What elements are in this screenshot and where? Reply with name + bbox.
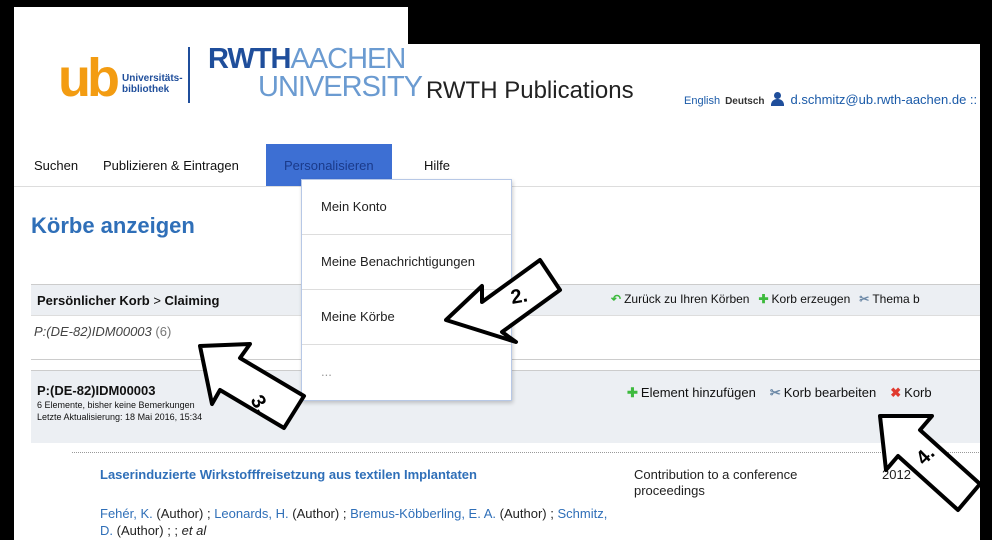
basket-subtitle: P:(DE-82)IDM00003 (6) xyxy=(34,324,171,339)
nav-publizieren[interactable]: Publizieren & Eintragen xyxy=(103,144,239,186)
ub-logo: ub xyxy=(58,48,120,108)
user-email-link[interactable]: d.schmitz@ub.rwth-aachen.de :: xyxy=(791,92,978,107)
page-title: Körbe anzeigen xyxy=(31,213,195,238)
author-link[interactable]: Bremus-Köbberling, E. A. xyxy=(350,506,496,521)
ub-logo-subtitle: Universitäts- bibliothek xyxy=(122,73,183,95)
basket-box-info: 6 Elemente, bisher keine Bemerkungen xyxy=(37,400,195,410)
annotation-arrow-4: 4. xyxy=(878,414,982,512)
plus-icon: ✚ xyxy=(758,292,769,306)
tools-icon: ✂ xyxy=(859,292,870,306)
site-title: RWTH Publications xyxy=(426,77,634,104)
author-link[interactable]: Leonards, H. xyxy=(214,506,288,521)
annotation-arrow-2: 2. xyxy=(444,258,562,344)
create-basket-link[interactable]: ✚ Korb erzeugen xyxy=(758,292,850,306)
menu-item-mein-konto[interactable]: Mein Konto xyxy=(302,180,511,235)
entry-type: Contribution to a conference proceedings xyxy=(634,467,798,498)
annotation-arrow-3: 3. xyxy=(198,342,306,430)
nav-suchen[interactable]: Suchen xyxy=(34,144,78,186)
top-black-bar xyxy=(408,7,980,44)
delete-basket-link[interactable]: ✖ Korb xyxy=(890,385,931,401)
basket-id[interactable]: P:(DE-82)IDM00003 xyxy=(34,324,152,339)
logo-area[interactable]: ub Universitäts- bibliothek RWTHAACHEN U… xyxy=(22,7,423,118)
delete-x-icon: ✖ xyxy=(890,385,902,400)
basket-bar-actions: ↶ Zurück zu Ihren Körben ✚ Korb erzeugen ✂… xyxy=(611,284,920,314)
tools-icon: ✂ xyxy=(769,385,781,400)
et-al: et al xyxy=(181,523,207,538)
plus-icon: ✚ xyxy=(627,385,638,400)
basket-box-title: P:(DE-82)IDM00003 xyxy=(37,383,156,398)
rwth-logo-line2: UNIVERSITY xyxy=(258,71,423,103)
author-link[interactable]: Fehér, K. xyxy=(100,506,153,521)
menu-item-more[interactable]: ... xyxy=(302,345,511,399)
basket-box-updated: Letzte Aktualisierung: 18 Mai 2016, 15:3… xyxy=(37,412,203,422)
edit-basket-link[interactable]: ✂ Korb bearbeiten xyxy=(770,385,876,401)
breadcrumb-current: Claiming xyxy=(164,293,220,308)
back-to-baskets-link[interactable]: ↶ Zurück zu Ihren Körben xyxy=(611,292,749,306)
breadcrumb-root[interactable]: Persönlicher Korb xyxy=(37,293,150,308)
basket-box-actions: ✚ Element hinzufügen ✂ Korb bearbeiten ✖ Ko… xyxy=(627,385,932,401)
logo-separator xyxy=(188,47,190,103)
entry-title-link[interactable]: Laserinduzierte Wirkstofffreisetzung aus… xyxy=(100,467,477,482)
dotted-divider xyxy=(72,452,980,453)
breadcrumb: Persönlicher Korb > Claiming xyxy=(37,293,220,308)
lang-deutsch[interactable]: Deutsch xyxy=(725,96,764,107)
lang-english-link[interactable]: English xyxy=(684,95,720,107)
topic-link[interactable]: ✂ Thema b xyxy=(859,292,919,306)
rwth-logo-line1: RWTHAACHEN xyxy=(208,43,406,75)
add-element-link[interactable]: ✚ Element hinzufügen xyxy=(627,385,756,401)
back-arrow-icon: ↶ xyxy=(611,292,622,306)
basket-count: (6) xyxy=(155,324,172,339)
language-user-bar: English Deutsch d.schmitz@ub.rwth-aachen… xyxy=(684,90,977,107)
entry-authors: Fehér, K. (Author) ; Leonards, H. (Autho… xyxy=(100,506,608,538)
user-icon xyxy=(770,92,784,106)
